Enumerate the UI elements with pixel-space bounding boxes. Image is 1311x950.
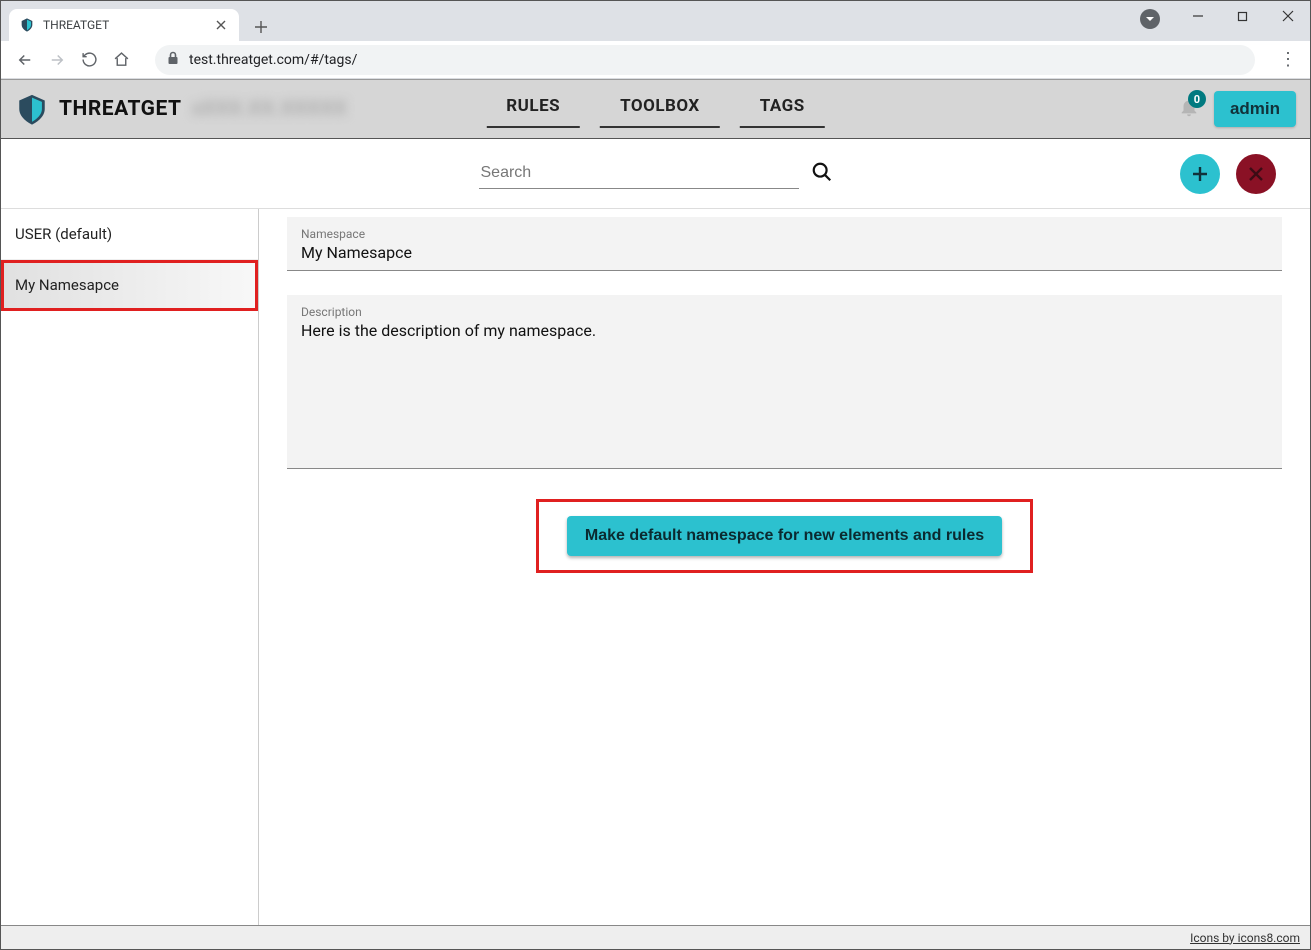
app-version-blurred: xXXX.XX.XXXXX <box>192 97 348 121</box>
sidebar-item-label: USER (default) <box>15 225 112 243</box>
nav-tab-rules[interactable]: RULES <box>486 90 580 128</box>
namespace-field[interactable]: Namespace My Namesapce <box>287 217 1282 271</box>
favicon-icon <box>19 17 35 33</box>
delete-button[interactable] <box>1236 154 1276 194</box>
browser-tab[interactable]: THREATGET <box>9 9 239 41</box>
tab-close-icon[interactable] <box>213 17 229 33</box>
app-title: THREATGET <box>59 97 182 121</box>
minimize-icon[interactable] <box>1175 1 1220 31</box>
maximize-icon[interactable] <box>1220 1 1265 31</box>
url-text: test.threatget.com/#/tags/ <box>189 52 357 68</box>
notification-bell-icon[interactable]: 0 <box>1178 96 1200 122</box>
app-header: THREATGET xXXX.XX.XXXXX RULES TOOLBOX TA… <box>1 79 1310 139</box>
description-value: Here is the description of my namespace. <box>301 321 1268 340</box>
notification-badge: 0 <box>1188 90 1206 108</box>
add-button[interactable] <box>1180 154 1220 194</box>
lock-icon <box>167 51 179 69</box>
kebab-menu-icon[interactable]: ⋮ <box>1274 49 1302 70</box>
sidebar-item-label: My Namesapce <box>15 276 119 294</box>
titlebar: THREATGET <box>1 1 1310 41</box>
admin-button[interactable]: admin <box>1214 91 1296 127</box>
content-panel: Namespace My Namesapce Description Here … <box>259 209 1310 925</box>
addressbar-row: test.threatget.com/#/tags/ ⋮ <box>1 41 1310 79</box>
browser-chrome: THREATGET test.threatget.com/#/tags/ ⋮ <box>1 1 1310 79</box>
close-window-icon[interactable] <box>1265 1 1310 31</box>
app-logo-icon <box>15 92 49 126</box>
nav-tab-toolbox[interactable]: TOOLBOX <box>600 90 720 128</box>
search-input[interactable] <box>479 158 799 189</box>
new-tab-button[interactable] <box>247 13 275 41</box>
main-content: USER (default) My Namesapce Namespace My… <box>1 209 1310 925</box>
tab-title: THREATGET <box>43 18 213 32</box>
description-field[interactable]: Description Here is the description of m… <box>287 295 1282 469</box>
description-label: Description <box>301 305 1268 319</box>
profile-icon[interactable] <box>1140 9 1160 29</box>
icons8-link[interactable]: Icons by icons8.com <box>1190 931 1300 945</box>
footer: Icons by icons8.com <box>1 925 1310 949</box>
search-row <box>1 139 1310 209</box>
nav-tab-tags[interactable]: TAGS <box>740 90 825 128</box>
forward-icon <box>43 46 71 74</box>
home-icon[interactable] <box>107 46 135 74</box>
url-bar[interactable]: test.threatget.com/#/tags/ <box>155 45 1255 75</box>
reload-icon[interactable] <box>75 46 103 74</box>
search-icon[interactable] <box>811 161 833 187</box>
namespace-value: My Namesapce <box>301 243 1268 262</box>
sidebar: USER (default) My Namesapce <box>1 209 259 925</box>
make-default-highlight: Make default namespace for new elements … <box>536 499 1033 573</box>
window-controls <box>1175 1 1310 31</box>
sidebar-item-user-default[interactable]: USER (default) <box>1 209 258 260</box>
make-default-button[interactable]: Make default namespace for new elements … <box>567 516 1002 556</box>
make-default-wrap: Make default namespace for new elements … <box>287 499 1282 573</box>
nav-tabs: RULES TOOLBOX TAGS <box>481 90 829 128</box>
back-icon[interactable] <box>11 46 39 74</box>
namespace-label: Namespace <box>301 227 1268 241</box>
header-right: 0 admin <box>1178 91 1296 127</box>
sidebar-item-my-namespace[interactable]: My Namesapce <box>1 260 258 311</box>
